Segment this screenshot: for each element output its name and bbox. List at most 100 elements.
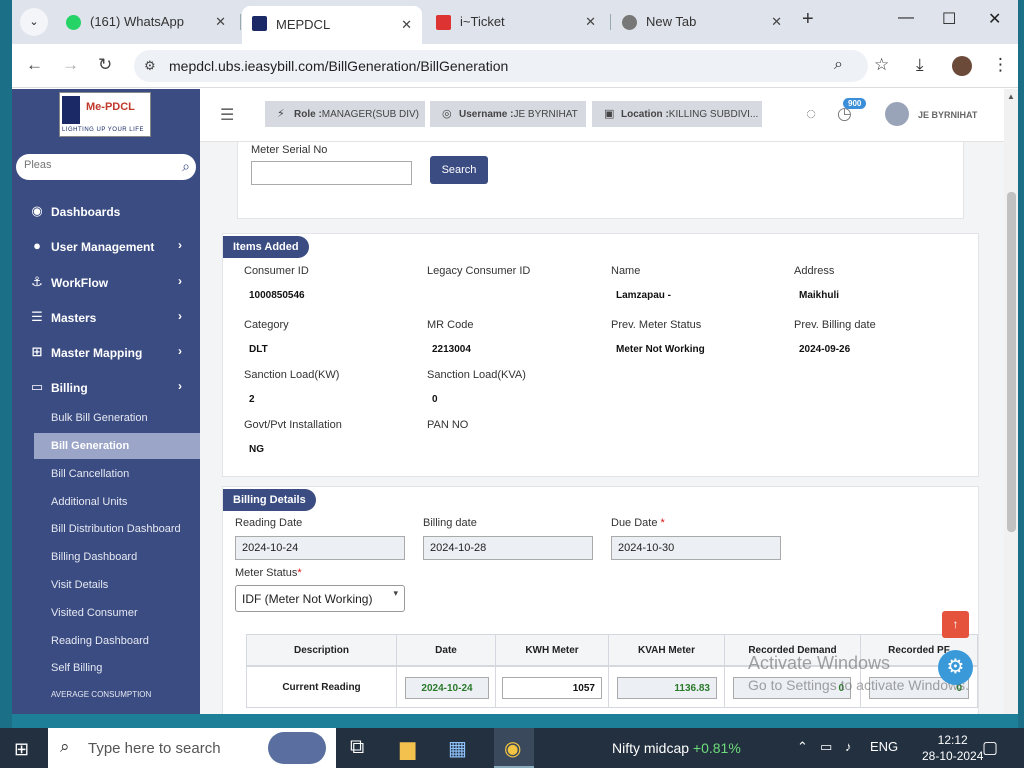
tab-new-tab[interactable]: New Tab ✕: [612, 6, 792, 38]
close-window-button[interactable]: ✕: [988, 9, 1001, 29]
sidebar-search: ⌕: [16, 154, 196, 180]
header-username[interactable]: JE BYRNIHAT: [918, 110, 977, 120]
omnibox[interactable]: ⚙ mepdcl.ubs.ieasybill.com/BillGeneratio…: [134, 50, 868, 82]
chevron-right-icon: ›: [178, 238, 182, 252]
sidebar-item-master-mapping[interactable]: ⊞ Master Mapping ›: [12, 337, 200, 367]
submenu-additional-units[interactable]: Additional Units: [12, 489, 200, 515]
tab-search-dropdown[interactable]: ⌄: [20, 8, 48, 36]
sidebar-item-billing[interactable]: ▭ Billing ›: [12, 372, 200, 402]
sidebar-item-user-management[interactable]: ● User Management ›: [12, 231, 200, 261]
sidebar-search-input[interactable]: [24, 159, 164, 171]
close-icon[interactable]: ✕: [215, 6, 226, 38]
activate-windows-watermark: Activate Windows Go to Settings to activ…: [748, 653, 969, 693]
windows-start-icon[interactable]: ⊞: [14, 739, 29, 760]
reading-date-input[interactable]: 2024-10-24: [235, 536, 405, 560]
billing-details-title: Billing Details: [223, 489, 316, 511]
system-clock[interactable]: 12:12 28-10-2024: [922, 732, 983, 764]
due-date-input[interactable]: 2024-10-30: [611, 536, 781, 560]
name-value: Lamzapau -: [616, 290, 672, 301]
sidebar-item-masters[interactable]: ☰ Masters ›: [12, 302, 200, 332]
address-value: Maikhuli: [799, 290, 840, 301]
maximize-button[interactable]: ☐: [942, 9, 956, 29]
scroll-up-icon[interactable]: ▲: [1007, 92, 1015, 101]
menu-kebab-icon[interactable]: ⋮: [992, 55, 1009, 75]
settings-gear-icon[interactable]: ⚙: [938, 650, 973, 685]
meter-serial-input[interactable]: [251, 161, 412, 185]
minimize-button[interactable]: —: [898, 9, 914, 27]
submenu-self-billing[interactable]: Self Billing: [12, 655, 200, 681]
scroll-top-button[interactable]: ↑: [942, 611, 969, 638]
chevron-right-icon: ›: [178, 344, 182, 358]
submenu-average-consumption[interactable]: AVERAGE CONSUMPTION: [12, 683, 200, 709]
close-icon[interactable]: ✕: [771, 6, 782, 38]
iticket-icon: [436, 15, 451, 30]
sidebar: Me-PDCL LIGHTING UP YOUR LIFE ⌕ ◉ Dashbo…: [12, 89, 200, 714]
sidebar-item-dashboards[interactable]: ◉ Dashboards: [12, 196, 200, 226]
main-content: ☰ ⚡ Role :MANAGER(SUB DIV) ◎ Username :JE …: [200, 89, 1018, 714]
table-row: 2024-10-24: [396, 666, 496, 708]
meter-status-select[interactable]: IDF (Meter Not Working) ▾: [235, 585, 405, 612]
mepdcl-logo[interactable]: Me-PDCL LIGHTING UP YOUR LIFE: [59, 92, 151, 137]
download-icon[interactable]: ⤓: [916, 55, 924, 75]
back-button[interactable]: ←: [26, 55, 43, 75]
kwh-meter-input[interactable]: 1057: [502, 677, 602, 699]
submenu-bill-distribution-dashboard[interactable]: Bill Distribution Dashboard: [12, 516, 200, 542]
whatsapp-icon: [66, 15, 81, 30]
file-explorer-icon[interactable]: ▆: [400, 736, 415, 761]
items-added-card: Items Added Consumer ID 1000850546 Legac…: [222, 233, 979, 477]
zoom-icon[interactable]: ⌕: [834, 56, 843, 74]
submenu-bill-generation[interactable]: Bill Generation: [34, 433, 200, 459]
sitemap-icon: ⊞: [31, 344, 43, 359]
close-icon[interactable]: ✕: [401, 9, 412, 41]
bookmark-star-icon[interactable]: ☆: [874, 55, 889, 75]
store-icon[interactable]: ▦: [448, 736, 467, 761]
reload-button[interactable]: ↻: [98, 55, 112, 75]
billing-date-input[interactable]: 2024-10-28: [423, 536, 593, 560]
chrome-taskbar-button[interactable]: ◉: [494, 728, 534, 768]
username-pill: ◎ Username :JE BYRNIHAT: [430, 101, 586, 127]
close-icon[interactable]: ✕: [585, 6, 596, 38]
taskbar-search[interactable]: ⌕ Type here to search: [48, 728, 336, 768]
network-icon[interactable]: ▭: [820, 739, 832, 755]
site-info-icon[interactable]: ⚙: [144, 58, 156, 74]
new-tab-button[interactable]: +: [802, 8, 814, 31]
url-text[interactable]: mepdcl.ubs.ieasybill.com/BillGeneration/…: [169, 58, 508, 74]
submenu-visit-details[interactable]: Visit Details: [12, 572, 200, 598]
kvah-meter-input[interactable]: 1136.83: [617, 677, 717, 699]
submenu-bulk-bill-generation[interactable]: Bulk Bill Generation: [12, 405, 200, 431]
meter-serial-label: Meter Serial No: [251, 144, 328, 156]
table-row-desc: Current Reading: [246, 666, 397, 708]
volume-icon[interactable]: ♪: [845, 739, 852, 754]
chrome-icon: ◉: [504, 738, 522, 760]
task-view-icon[interactable]: ⧉: [350, 736, 364, 759]
palette-icon: ◉: [31, 203, 43, 218]
submenu-bill-cancellation[interactable]: Bill Cancellation: [12, 461, 200, 487]
tray-chevron-icon[interactable]: ⌃: [797, 739, 808, 755]
submenu-visited-consumer[interactable]: Visited Consumer: [12, 600, 200, 626]
search-icon[interactable]: ⌕: [182, 158, 190, 175]
language-indicator[interactable]: ENG: [870, 739, 898, 754]
current-reading-date[interactable]: 2024-10-24: [405, 677, 489, 699]
scrollbar-thumb[interactable]: [1007, 192, 1016, 532]
notification-icon[interactable]: ▢: [982, 738, 998, 758]
avatar[interactable]: [885, 102, 909, 126]
tab-iticket[interactable]: i~Ticket ✕: [426, 6, 606, 38]
nifty-widget[interactable]: Nifty midcap +0.81%: [612, 740, 741, 756]
chevron-right-icon: ›: [178, 379, 182, 393]
chevron-down-icon: ▾: [393, 588, 398, 598]
sidebar-item-workflow[interactable]: ⚓ WorkFlow ›: [12, 267, 200, 297]
user-circle-icon: ◎: [442, 108, 452, 120]
hamburger-icon[interactable]: ☰: [220, 105, 234, 125]
app-logo-icon[interactable]: ◌: [806, 104, 816, 124]
location-icon: ▣: [604, 108, 615, 120]
page-scrollbar[interactable]: ▲: [1004, 89, 1018, 714]
tab-mepdcl[interactable]: MEPDCL ✕: [242, 6, 422, 44]
chevron-right-icon: ›: [178, 309, 182, 323]
submenu-reading-dashboard[interactable]: Reading Dashboard: [12, 628, 200, 654]
forward-button[interactable]: →: [62, 55, 79, 75]
profile-avatar[interactable]: [952, 56, 972, 76]
search-button[interactable]: Search: [430, 156, 488, 184]
tab-whatsapp[interactable]: (161) WhatsApp ✕: [56, 6, 236, 38]
submenu-billing-dashboard[interactable]: Billing Dashboard: [12, 544, 200, 570]
search-card: Meter Serial No Search: [237, 142, 964, 219]
